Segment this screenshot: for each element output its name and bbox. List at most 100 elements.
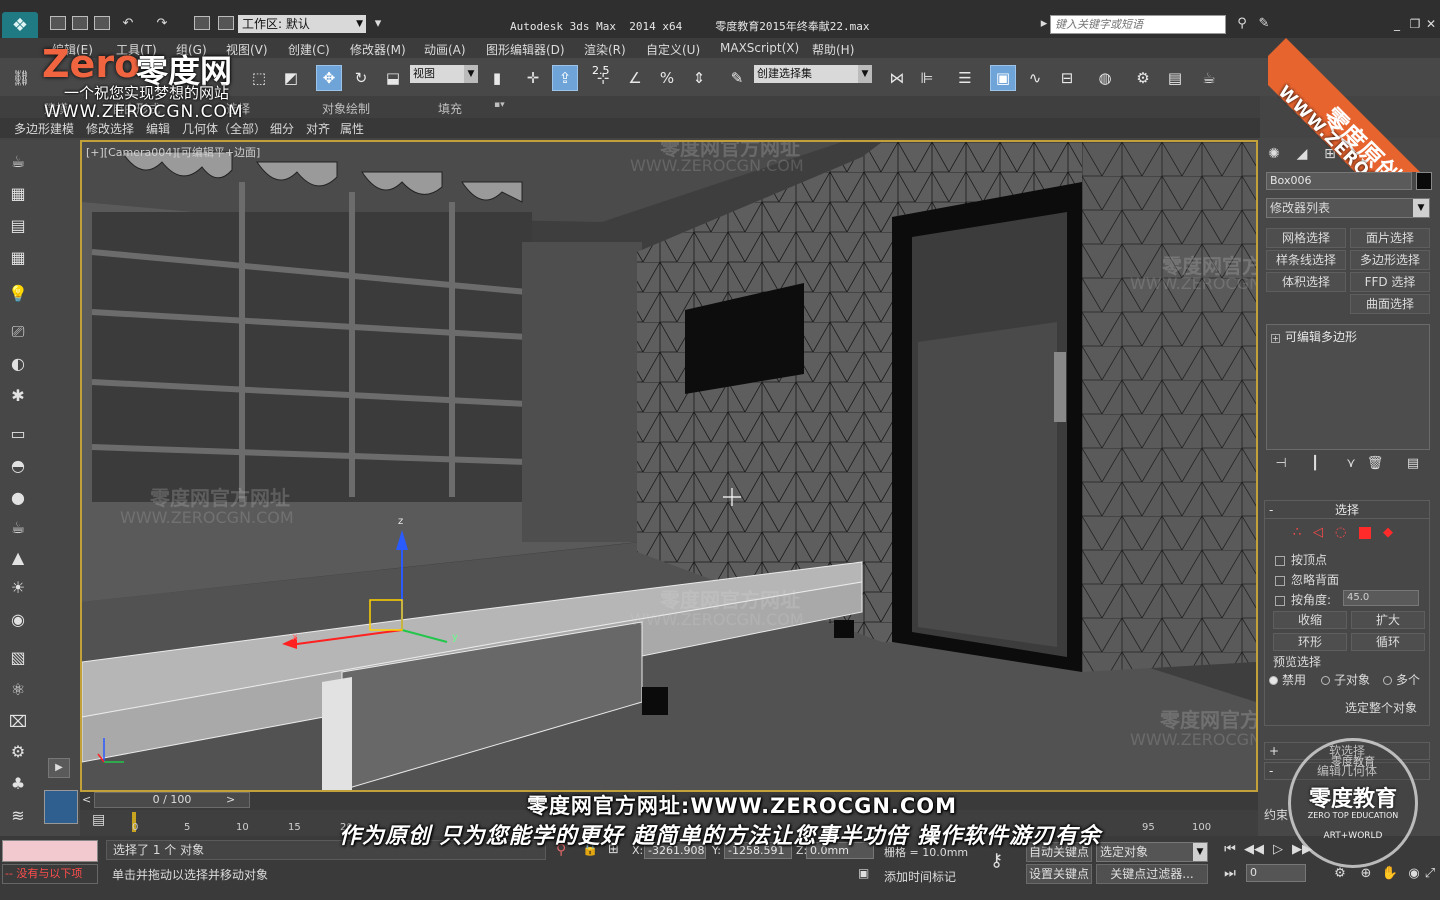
set-key-icon[interactable]: ⚷ xyxy=(990,850,1003,871)
expand-icon[interactable]: + xyxy=(1271,334,1280,343)
dome-icon[interactable]: ◓ xyxy=(6,454,30,478)
panel-modify-selection[interactable]: 修改选择 xyxy=(86,120,134,137)
redo-icon[interactable]: ↷ xyxy=(154,16,170,32)
window-crossing-icon[interactable]: ◩ xyxy=(278,65,304,91)
select-rotate-icon[interactable]: ↻ xyxy=(348,65,374,91)
rendered-frame-icon[interactable]: ▤ xyxy=(1162,65,1188,91)
add-time-tag-button[interactable]: 添加时间标记 xyxy=(884,868,956,885)
select-move-icon[interactable]: ✥ xyxy=(316,65,342,91)
select-scale-icon[interactable]: ⬓ xyxy=(380,65,406,91)
ring-button[interactable]: 环形 xyxy=(1273,633,1347,651)
create-tab-icon[interactable]: ✺ xyxy=(1262,142,1286,166)
teapot-small-icon[interactable]: ☕ xyxy=(6,516,30,540)
open-file-icon[interactable] xyxy=(72,16,88,30)
menu-customize[interactable]: 自定义(U) xyxy=(646,41,700,58)
material-editor-icon[interactable]: ◍ xyxy=(1092,65,1118,91)
time-tag-icon[interactable]: ▣ xyxy=(858,866,869,880)
by-vertex-row[interactable]: 按顶点 xyxy=(1275,551,1327,568)
schematic-view-icon[interactable]: ⊟ xyxy=(1054,65,1080,91)
panel-polygon-modeling[interactable]: 多边形建模 xyxy=(14,120,74,137)
configure-sets-icon[interactable]: ▤ xyxy=(1404,456,1422,474)
spline-select-button[interactable]: 样条线选择 xyxy=(1266,250,1346,270)
select-whole-object[interactable]: 选定整个对象 xyxy=(1345,699,1417,716)
surface-select-button[interactable]: 曲面选择 xyxy=(1350,294,1430,314)
menu-animation[interactable]: 动画(A) xyxy=(424,41,466,58)
object-name-field[interactable]: Box006 xyxy=(1266,172,1412,190)
window-toggle-icon[interactable] xyxy=(218,16,234,30)
maximize-viewport-icon[interactable]: ⤢ xyxy=(1420,864,1440,884)
minimize-button[interactable]: _ xyxy=(1388,16,1406,32)
spinner-snap-icon[interactable]: ⇕ xyxy=(686,65,712,91)
new-file-icon[interactable] xyxy=(50,16,66,30)
expand-arrow-icon[interactable]: ▶ xyxy=(48,758,70,778)
sound-icon[interactable]: ◐ xyxy=(6,352,30,376)
menu-rendering[interactable]: 渲染(R) xyxy=(584,41,626,58)
vertex-mode-icon[interactable]: ∴ xyxy=(1293,525,1301,540)
grid-panel-icon[interactable]: ▦ xyxy=(6,246,30,270)
ribbon-options-icon[interactable]: ▪▾ xyxy=(494,100,505,110)
current-frame-field[interactable]: 0 xyxy=(1246,864,1306,882)
panel-properties[interactable]: 属性 xyxy=(340,120,364,137)
pivot-center-icon[interactable]: ▮ xyxy=(484,65,510,91)
camera-icon[interactable]: ⎚ xyxy=(6,320,30,344)
gear-icon[interactable]: ⚙ xyxy=(6,740,30,764)
close-button[interactable]: ✕ xyxy=(1422,16,1440,32)
preview-multi-radio[interactable] xyxy=(1383,676,1392,685)
sun-icon[interactable]: ☀ xyxy=(6,576,30,600)
disc-icon[interactable]: ◉ xyxy=(6,608,30,632)
menu-modifiers[interactable]: 修改器(M) xyxy=(350,41,406,58)
selection-set-dropdown[interactable]: 创建选择集 ▼ xyxy=(754,65,872,83)
by-angle-checkbox[interactable] xyxy=(1275,595,1285,606)
edge-mode-icon[interactable]: ◁ xyxy=(1313,525,1323,540)
workspace-dropdown[interactable]: 工作区: 默认 ▼ xyxy=(238,15,366,33)
border-mode-icon[interactable]: ◌ xyxy=(1335,525,1346,540)
ffd-select-button[interactable]: FFD 选择 xyxy=(1350,272,1430,292)
hatch-icon[interactable]: ▧ xyxy=(6,646,30,670)
loop-button[interactable]: 循环 xyxy=(1351,633,1425,651)
angle-spinner[interactable]: 45.0 xyxy=(1343,590,1419,606)
viewport-label[interactable]: [+][Camera004][可编辑平+边面] xyxy=(86,144,260,160)
pan-icon[interactable]: ✋ xyxy=(1380,864,1400,884)
search-input[interactable] xyxy=(1050,15,1226,34)
by-angle-row[interactable]: 按角度: xyxy=(1275,591,1331,608)
by-vertex-checkbox[interactable] xyxy=(1275,555,1285,566)
panel-subdivision[interactable]: 细分 xyxy=(270,120,294,137)
stack-item[interactable]: + 可编辑多边形 xyxy=(1271,328,1357,345)
shrink-button[interactable]: 收缩 xyxy=(1273,611,1347,629)
curve-editor-icon[interactable]: ∿ xyxy=(1022,65,1048,91)
render-setup-icon[interactable]: ⚙ xyxy=(1130,65,1156,91)
link-icon[interactable]: ⛓ xyxy=(8,65,34,91)
menu-graph-editors[interactable]: 图形编辑器(D) xyxy=(486,41,565,58)
tab-populate[interactable]: 填充 xyxy=(438,100,462,117)
motion-tab-icon[interactable]: ◎ xyxy=(1348,142,1372,166)
tab-object-paint[interactable]: 对象绘制 xyxy=(322,100,370,117)
graphite-toggle-icon[interactable]: ▣ xyxy=(990,65,1016,91)
preview-multi-row[interactable]: 多个 xyxy=(1383,671,1420,688)
ref-coord-dropdown[interactable]: 视图 ▼ xyxy=(410,65,478,83)
key-mode-toggle-icon[interactable]: ⏭ xyxy=(1220,864,1240,884)
layer-manager-icon[interactable]: ☰ xyxy=(952,65,978,91)
mirror-icon[interactable]: ⋈ xyxy=(884,65,910,91)
keyboard-shortcut-icon[interactable]: ⇪ xyxy=(552,65,578,91)
modify-tab-icon[interactable]: ◢ xyxy=(1290,142,1314,166)
show-end-result-icon[interactable]: ┃ xyxy=(1306,456,1324,474)
menu-maxscript[interactable]: MAXScript(X) xyxy=(720,41,799,55)
polygon-mode-icon[interactable] xyxy=(1359,527,1371,539)
mesh-select-button[interactable]: 网格选择 xyxy=(1266,228,1346,248)
menu-create[interactable]: 创建(C) xyxy=(288,41,330,58)
panel-align[interactable]: 对齐 xyxy=(306,120,330,137)
percent-snap-icon[interactable]: % xyxy=(654,65,680,91)
selection-rollout-header[interactable]: - 选择 xyxy=(1265,501,1429,519)
element-mode-icon[interactable]: ◆ xyxy=(1383,525,1393,540)
modifier-list-dropdown[interactable]: 修改器列表 ▼ xyxy=(1266,198,1430,218)
cone-icon[interactable]: ▲ xyxy=(6,546,30,570)
select-region-icon[interactable]: ⬚ xyxy=(246,65,272,91)
panel-geometry-all[interactable]: 几何体（全部） xyxy=(182,120,266,137)
pin-stack-icon[interactable]: ⊣ xyxy=(1272,456,1290,474)
undo-icon[interactable]: ↶ xyxy=(120,16,136,32)
panel-edit[interactable]: 编辑 xyxy=(146,120,170,137)
render-teapot-icon[interactable]: ☕ xyxy=(1196,65,1222,91)
light-icon[interactable]: 💡 xyxy=(6,282,30,306)
frame-icon[interactable]: ⌧ xyxy=(6,710,30,734)
object-color-swatch[interactable] xyxy=(1416,172,1432,190)
